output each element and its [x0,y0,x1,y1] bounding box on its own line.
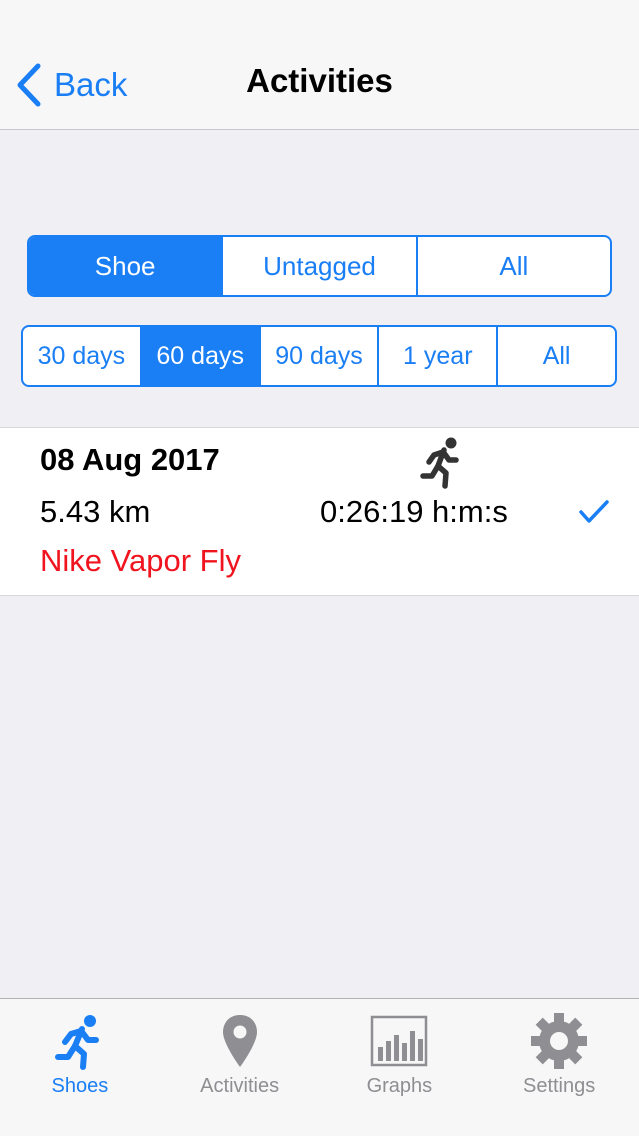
segment-all-period[interactable]: All [496,327,615,385]
runner-icon [54,1015,99,1070]
bar-chart-icon [371,1015,428,1067]
period-filter-segmented-control: 30 days 60 days 90 days 1 year All [21,325,617,387]
segment-30-days[interactable]: 30 days [23,327,140,385]
segment-shoe[interactable]: Shoe [29,237,222,295]
segment-all-tags[interactable]: All [415,237,610,295]
checkmark-icon [579,500,609,523]
navigation-bar: Back Activities [0,0,639,130]
segment-60-days[interactable]: 60 days [139,327,259,385]
activity-row[interactable]: 08 Aug 2017 5.43 km 0:26:19 h:m:s Nike V… [0,427,639,596]
segment-untagged[interactable]: Untagged [221,237,415,295]
tab-graphs[interactable]: Graphs [320,999,480,1136]
tab-label: Shoes [51,1075,109,1097]
activity-distance: 5.43 km [40,494,151,529]
segment-1-year[interactable]: 1 year [377,327,496,385]
map-pin-icon [222,1015,257,1067]
activity-duration: 0:26:19 h:m:s [320,494,508,529]
segment-90-days[interactable]: 90 days [258,327,378,385]
tab-settings[interactable]: Settings [479,999,639,1136]
tag-filter-segmented-control: Shoe Untagged All [27,235,612,297]
activity-shoe-name: Nike Vapor Fly [40,543,241,578]
tab-shoes[interactable]: Shoes [0,999,160,1136]
tab-label: Activities [200,1075,280,1097]
gear-icon [531,1013,588,1069]
tab-bar: Shoes Activities Graphs Settings [0,998,639,1136]
runner-icon [420,437,459,489]
tab-activities[interactable]: Activities [160,999,320,1136]
activity-date: 08 Aug 2017 [40,442,220,477]
page-title: Activities [246,62,393,99]
tab-label: Settings [522,1075,596,1097]
tab-label: Graphs [366,1075,433,1097]
